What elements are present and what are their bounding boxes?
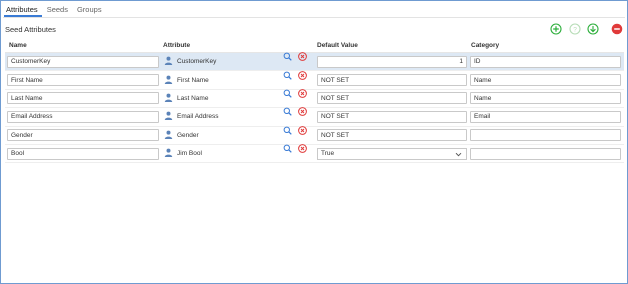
chevron-down-icon (455, 151, 462, 160)
search-icon[interactable] (283, 89, 292, 98)
category-input[interactable] (470, 110, 621, 123)
name-input[interactable] (7, 55, 159, 68)
table-row[interactable]: Jim Bool True (5, 144, 624, 164)
category-input[interactable] (470, 92, 621, 105)
svg-text:?: ? (573, 26, 577, 33)
category-cell (467, 90, 624, 107)
column-header-default-value: Default Value (317, 42, 358, 49)
attribute-cell: Jim Bool (159, 144, 313, 162)
default-value-input[interactable] (317, 55, 467, 68)
name-input[interactable] (7, 74, 159, 87)
person-icon (164, 130, 173, 141)
table-row[interactable]: Email Address (5, 107, 624, 127)
default-value-input[interactable] (317, 74, 467, 87)
attribute-label: First Name (177, 76, 209, 84)
table-body: CustomerKey First Name (5, 52, 624, 164)
remove-icon[interactable] (298, 144, 307, 154)
tab-bar: Attributes Seeds Groups (4, 4, 109, 18)
default-value-input[interactable] (317, 110, 467, 123)
name-cell (5, 145, 159, 162)
remove-icon[interactable] (298, 107, 307, 117)
name-input[interactable] (7, 92, 159, 105)
default-value-cell (313, 90, 467, 107)
category-input[interactable] (470, 147, 621, 160)
attribute-label: Jim Bool (177, 150, 202, 158)
add-circle-icon[interactable] (550, 23, 562, 35)
person-icon (164, 148, 173, 159)
person-icon (164, 111, 173, 122)
attribute-cell: CustomerKey (159, 52, 313, 70)
name-cell (5, 108, 159, 125)
remove-icon[interactable] (298, 52, 307, 62)
name-input[interactable] (7, 147, 159, 160)
window-frame: Attributes Seeds Groups Seed Attributes … (0, 0, 628, 284)
attribute-label: Gender (177, 131, 199, 139)
category-input[interactable] (470, 129, 621, 142)
person-icon (164, 75, 173, 86)
section-title: Seed Attributes (5, 25, 56, 34)
category-input[interactable] (470, 74, 621, 87)
column-header-name: Name (9, 42, 27, 49)
column-header-category: Category (471, 42, 500, 49)
default-value-cell (313, 53, 467, 70)
name-cell (5, 90, 159, 107)
attribute-label: Email Address (177, 113, 219, 121)
name-cell (5, 53, 159, 70)
category-cell (467, 71, 624, 88)
category-cell (467, 145, 624, 162)
search-icon[interactable] (283, 52, 292, 61)
tab-seeds[interactable]: Seeds (45, 4, 72, 17)
category-input[interactable] (470, 55, 621, 68)
down-arrow-circle-icon[interactable] (587, 23, 599, 35)
help-circle-icon[interactable]: ? (569, 23, 581, 35)
minus-circle-icon[interactable] (611, 23, 623, 35)
default-value-cell (313, 108, 467, 125)
default-value-cell: True (313, 145, 467, 162)
table-header: Name Attribute Default Value Category (5, 39, 624, 53)
category-cell (467, 127, 624, 144)
default-value-cell (313, 71, 467, 88)
attributes-table: Name Attribute Default Value Category Cu… (5, 39, 624, 164)
attribute-label: CustomerKey (177, 58, 217, 66)
attribute-label: Last Name (177, 94, 209, 102)
default-value-input[interactable] (317, 129, 467, 142)
attribute-cell: Email Address (159, 107, 313, 125)
default-value-input[interactable] (317, 92, 467, 105)
person-icon (164, 93, 173, 104)
table-row[interactable]: Last Name (5, 89, 624, 109)
name-cell (5, 71, 159, 88)
remove-icon[interactable] (298, 89, 307, 98)
tab-attributes[interactable]: Attributes (4, 4, 42, 17)
remove-icon[interactable] (298, 70, 307, 80)
remove-icon[interactable] (298, 125, 307, 135)
column-header-attribute: Attribute (163, 42, 191, 49)
tab-groups[interactable]: Groups (75, 4, 106, 17)
table-row[interactable]: First Name (5, 70, 624, 90)
default-value-select[interactable]: True (317, 147, 467, 160)
search-icon[interactable] (283, 126, 292, 135)
name-input[interactable] (7, 129, 159, 142)
tab-divider (3, 17, 625, 18)
search-icon[interactable] (283, 144, 292, 153)
attribute-cell: Last Name (159, 89, 313, 107)
table-row[interactable]: Gender (5, 125, 624, 145)
table-row[interactable]: CustomerKey (5, 52, 624, 72)
search-icon[interactable] (283, 107, 292, 117)
name-cell (5, 127, 159, 144)
default-value-cell (313, 127, 467, 144)
category-cell (467, 53, 624, 70)
category-cell (467, 108, 624, 125)
search-icon[interactable] (283, 71, 292, 80)
default-value-selected: True (321, 150, 335, 158)
person-icon (164, 56, 173, 67)
name-input[interactable] (7, 110, 159, 123)
attribute-cell: First Name (159, 70, 313, 88)
attribute-cell: Gender (159, 125, 313, 144)
